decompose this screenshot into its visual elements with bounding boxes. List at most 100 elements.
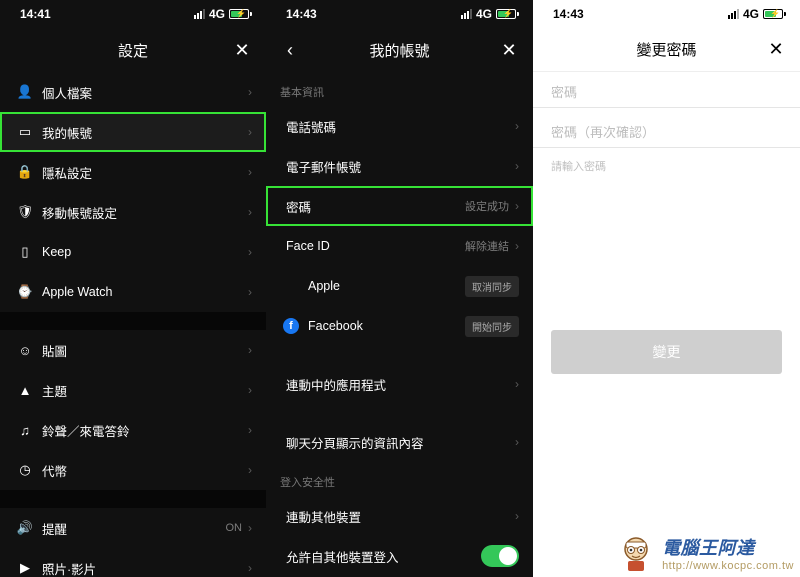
- row-電子郵件帳號[interactable]: 電子郵件帳號›: [266, 146, 533, 186]
- row-label: 鈴聲／來電答鈴: [36, 421, 242, 440]
- chevron-right-icon: ›: [248, 165, 252, 179]
- nav-header: 設定 ✕: [0, 28, 266, 72]
- password-field[interactable]: 密碼: [533, 72, 800, 108]
- chevron-right-icon: ›: [248, 343, 252, 357]
- chevron-right-icon: ›: [248, 245, 252, 259]
- watermark: 電腦王阿達 http://www.kocpc.com.tw: [616, 533, 794, 573]
- row-label: 密碼: [280, 197, 465, 216]
- chevron-right-icon: ›: [248, 383, 252, 397]
- battery-icon: ⚡: [496, 9, 519, 19]
- row-代幣[interactable]: ◷代幣 ›: [0, 450, 266, 490]
- section-basic: 基本資訊: [266, 72, 533, 106]
- screen-settings: 14:41 4G ⚡ 設定 ✕ 👤個人檔案›▭我的帳號›🔒隱私設定›🛡移動帳號設…: [0, 0, 266, 577]
- row-label: Facebook: [302, 319, 465, 333]
- chevron-right-icon: ›: [248, 285, 252, 299]
- signal-icon: [461, 9, 472, 19]
- row-allow-other[interactable]: 允許自其他裝置登入: [266, 536, 533, 576]
- sync-button[interactable]: 開始同步: [465, 316, 519, 337]
- facebook-icon: f: [280, 318, 302, 334]
- row-linked-apple[interactable]: Apple取消同步: [266, 266, 533, 306]
- music-icon: ♫: [14, 423, 36, 438]
- lock-icon: 🔒: [14, 164, 36, 180]
- password-hint: 請輸入密碼: [533, 152, 800, 180]
- page-title: 設定: [118, 40, 148, 61]
- close-icon[interactable]: ✕: [222, 28, 262, 72]
- shield-icon: 🛡: [14, 204, 36, 220]
- row-label: 代幣: [36, 461, 242, 480]
- signal-icon: [728, 9, 739, 19]
- row-label: 我的帳號: [36, 123, 242, 142]
- row-提醒[interactable]: 🔊提醒ON›: [0, 508, 266, 548]
- row-label: Apple: [302, 279, 465, 293]
- status-time: 14:43: [553, 7, 584, 21]
- row-link-other[interactable]: 連動其他裝置›: [266, 496, 533, 536]
- row-隱私設定[interactable]: 🔒隱私設定 ›: [0, 152, 266, 192]
- row-我的帳號[interactable]: ▭我的帳號›: [0, 112, 266, 152]
- row-label: 照片·影片: [36, 559, 242, 577]
- row-label: 電話號碼: [280, 117, 509, 136]
- row-label: 個人檔案: [36, 83, 242, 102]
- close-icon[interactable]: ✕: [756, 28, 796, 71]
- play-icon: ▶: [14, 560, 36, 576]
- chevron-right-icon: ›: [515, 119, 519, 133]
- change-button[interactable]: 變更: [551, 330, 782, 374]
- status-time: 14:43: [286, 7, 317, 21]
- row-label: 移動帳號設定: [36, 203, 242, 222]
- chevron-right-icon: ›: [248, 423, 252, 437]
- chevron-right-icon: ›: [515, 239, 519, 253]
- watch-icon: ⌚: [14, 284, 36, 300]
- row-label: Face ID: [280, 239, 465, 253]
- battery-icon: ⚡: [229, 9, 252, 19]
- chevron-right-icon: ›: [515, 199, 519, 213]
- section-security: 登入安全性: [266, 462, 533, 496]
- chevron-right-icon: ›: [515, 159, 519, 173]
- chevron-right-icon: ›: [248, 521, 252, 535]
- row-tail: 設定成功: [465, 198, 509, 214]
- battery-icon: ⚡: [763, 9, 786, 19]
- toggle-on[interactable]: [481, 545, 519, 567]
- row-密碼[interactable]: 密碼設定成功 ›: [266, 186, 533, 226]
- smile-icon: ☺: [14, 343, 36, 358]
- screen-change-password: 14:43 4G ⚡ 變更密碼 ✕ 密碼 密碼（再次確認） 請輸入密碼 變更: [533, 0, 800, 577]
- status-bar: 14:43 4G ⚡: [533, 0, 800, 28]
- row-tail: 解除連結: [465, 238, 509, 254]
- status-time: 14:41: [20, 7, 51, 21]
- row-照片·影片[interactable]: ▶照片·影片 ›: [0, 548, 266, 577]
- row-貼圖[interactable]: ☺貼圖 ›: [0, 330, 266, 370]
- chevron-right-icon: ›: [248, 561, 252, 575]
- row-主題[interactable]: ▲主題›: [0, 370, 266, 410]
- row-Face ID[interactable]: Face ID解除連結 ›: [266, 226, 533, 266]
- mascot-icon: [616, 533, 656, 573]
- chevron-right-icon: ›: [248, 85, 252, 99]
- id-icon: ▭: [14, 124, 36, 140]
- row-label: Apple Watch: [36, 285, 242, 299]
- row-移動帳號設定[interactable]: 🛡移動帳號設定›: [0, 192, 266, 232]
- row-鈴聲／來電答鈴[interactable]: ♫鈴聲／來電答鈴 ›: [0, 410, 266, 450]
- page-title: 變更密碼: [636, 39, 696, 60]
- row-Keep[interactable]: ▯Keep ›: [0, 232, 266, 272]
- signal-icon: [194, 9, 205, 19]
- row-label: 貼圖: [36, 341, 242, 360]
- row-label: Keep: [36, 245, 242, 259]
- sync-button[interactable]: 取消同步: [465, 276, 519, 297]
- nav-header: 變更密碼 ✕: [533, 28, 800, 72]
- row-linked-apps[interactable]: 連動中的應用程式›: [266, 364, 533, 404]
- bookmark-icon: ▯: [14, 244, 36, 260]
- row-label: 隱私設定: [36, 163, 242, 182]
- close-icon[interactable]: ✕: [489, 28, 529, 72]
- clock-icon: ◷: [14, 462, 36, 478]
- row-chat-detail[interactable]: 聊天分頁顯示的資訊內容›: [266, 422, 533, 462]
- status-bar: 14:41 4G ⚡: [0, 0, 266, 28]
- status-bar: 14:43 4G ⚡: [266, 0, 533, 28]
- password-confirm-field[interactable]: 密碼（再次確認）: [533, 112, 800, 148]
- row-Apple Watch[interactable]: ⌚Apple Watch ›: [0, 272, 266, 312]
- row-個人檔案[interactable]: 👤個人檔案 ›: [0, 72, 266, 112]
- row-電話號碼[interactable]: 電話號碼 ›: [266, 106, 533, 146]
- password-confirm-placeholder: 密碼（再次確認）: [551, 122, 782, 141]
- person-icon: 👤: [14, 84, 36, 100]
- password-placeholder: 密碼: [551, 82, 782, 101]
- back-icon[interactable]: ‹: [270, 28, 310, 72]
- row-linked-facebook[interactable]: fFacebook開始同步: [266, 306, 533, 346]
- brush-icon: ▲: [14, 383, 36, 398]
- chevron-right-icon: ›: [248, 463, 252, 477]
